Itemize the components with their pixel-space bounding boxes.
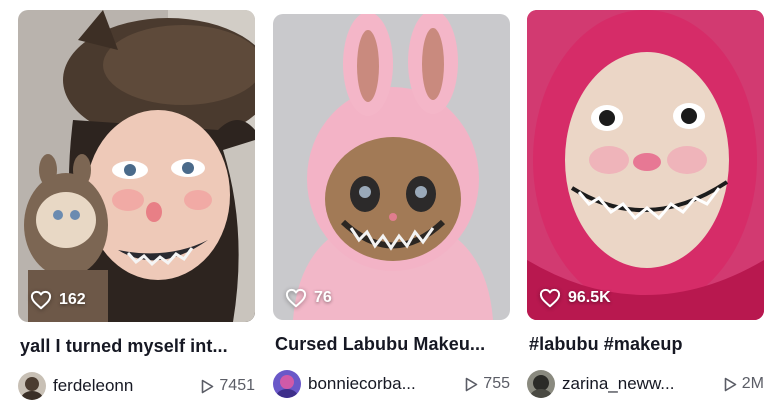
like-count: 96.5K [539,288,611,308]
video-title[interactable]: yall I turned myself int... [20,336,255,357]
like-count: 162 [30,290,86,310]
video-meta: ferdeleonn 7451 [18,371,255,401]
avatar[interactable] [18,372,46,400]
thumbnail-image [273,14,510,320]
heart-outline-icon [539,288,561,308]
avatar[interactable] [273,370,301,398]
view-count: 755 [465,375,510,393]
username[interactable]: ferdeleonn [53,376,133,396]
play-outline-icon [724,377,737,391]
username[interactable]: bonniecorba... [308,374,416,394]
username[interactable]: zarina_neww... [562,374,674,394]
play-outline-icon [465,377,478,391]
avatar-image [273,370,301,398]
video-thumbnail[interactable]: 96.5K [527,10,764,320]
video-thumbnail[interactable]: 76 [273,14,510,320]
view-count-label: 2M [741,375,764,392]
video-thumbnail[interactable]: 162 [18,10,255,322]
thumbnail-image [527,10,764,320]
view-count: 7451 [201,377,255,395]
like-count-label: 162 [59,291,86,308]
heart-outline-icon [285,288,307,308]
video-card[interactable]: 162 yall I turned myself int... ferdeleo… [18,0,255,401]
video-meta: zarina_neww... 2M [527,369,764,399]
like-count: 76 [285,288,332,308]
heart-outline-icon [30,290,52,310]
video-title[interactable]: #labubu #makeup [529,334,764,355]
like-count-label: 96.5K [568,289,611,306]
video-card[interactable]: 96.5K #labubu #makeup zarina_neww... 2M [527,0,764,399]
video-title[interactable]: Cursed Labubu Makeu... [275,334,510,355]
play-outline-icon [202,379,214,393]
like-count-label: 76 [314,289,332,306]
thumbnail-image [18,10,255,322]
video-grid: 162 yall I turned myself int... ferdeleo… [0,0,784,418]
avatar[interactable] [527,370,555,398]
author[interactable]: zarina_neww... [527,370,674,398]
view-count-label: 7451 [219,377,255,394]
author[interactable]: bonniecorba... [273,370,416,398]
avatar-image [527,370,555,398]
video-meta: bonniecorba... 755 [273,369,510,399]
video-card[interactable]: 76 Cursed Labubu Makeu... bonniecorba... [273,0,510,399]
view-count: 2M [724,375,764,393]
avatar-image [18,372,46,400]
view-count-label: 755 [483,375,510,392]
author[interactable]: ferdeleonn [18,372,133,400]
